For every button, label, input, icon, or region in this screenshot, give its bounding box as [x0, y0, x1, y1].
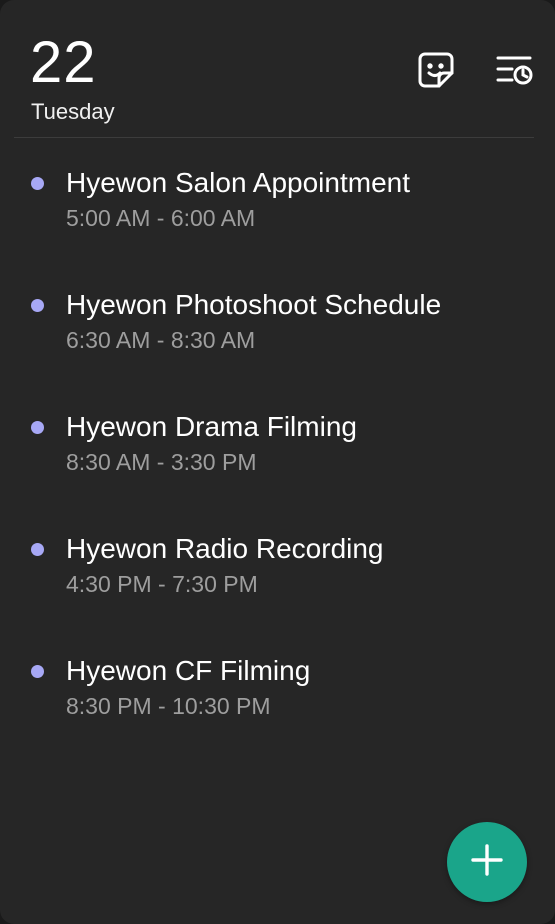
event-dot-icon	[31, 299, 44, 312]
plus-icon	[470, 843, 504, 882]
event-dot-icon	[31, 421, 44, 434]
event-time: 8:30 PM - 10:30 PM	[66, 693, 271, 719]
event-item[interactable]: Hyewon Salon Appointment 5:00 AM - 6:00 …	[0, 160, 555, 282]
event-item[interactable]: Hyewon Radio Recording 4:30 PM - 7:30 PM	[0, 526, 555, 648]
event-time: 6:30 AM - 8:30 AM	[66, 327, 256, 353]
event-dot-icon	[31, 177, 44, 190]
event-time: 5:00 AM - 6:00 AM	[66, 205, 256, 231]
calendar-day-panel: 22 Tuesday Hyewon Salon Appointment 5:00…	[0, 0, 555, 924]
event-title: Hyewon Salon Appointment	[66, 167, 410, 198]
event-title: Hyewon CF Filming	[66, 655, 311, 686]
event-item[interactable]: Hyewon Photoshoot Schedule 6:30 AM - 8:3…	[0, 282, 555, 404]
header-divider	[14, 137, 534, 138]
event-item[interactable]: Hyewon CF Filming 8:30 PM - 10:30 PM	[0, 648, 555, 770]
event-title: Hyewon Photoshoot Schedule	[66, 289, 442, 320]
schedule-list-button[interactable]	[492, 50, 536, 94]
weekday-label: Tuesday	[31, 99, 115, 124]
sticker-button[interactable]	[414, 50, 458, 94]
event-time: 8:30 AM - 3:30 PM	[66, 449, 257, 475]
event-list: Hyewon Salon Appointment 5:00 AM - 6:00 …	[0, 160, 555, 770]
event-dot-icon	[31, 543, 44, 556]
event-title: Hyewon Drama Filming	[66, 411, 357, 442]
event-dot-icon	[31, 665, 44, 678]
list-clock-icon	[494, 51, 534, 94]
date-number: 22	[30, 30, 97, 95]
event-title: Hyewon Radio Recording	[66, 533, 384, 564]
event-item[interactable]: Hyewon Drama Filming 8:30 AM - 3:30 PM	[0, 404, 555, 526]
add-event-button[interactable]	[447, 822, 527, 902]
event-time: 4:30 PM - 7:30 PM	[66, 571, 258, 597]
day-header: 22 Tuesday	[0, 0, 555, 138]
sticker-smile-icon	[417, 51, 455, 94]
